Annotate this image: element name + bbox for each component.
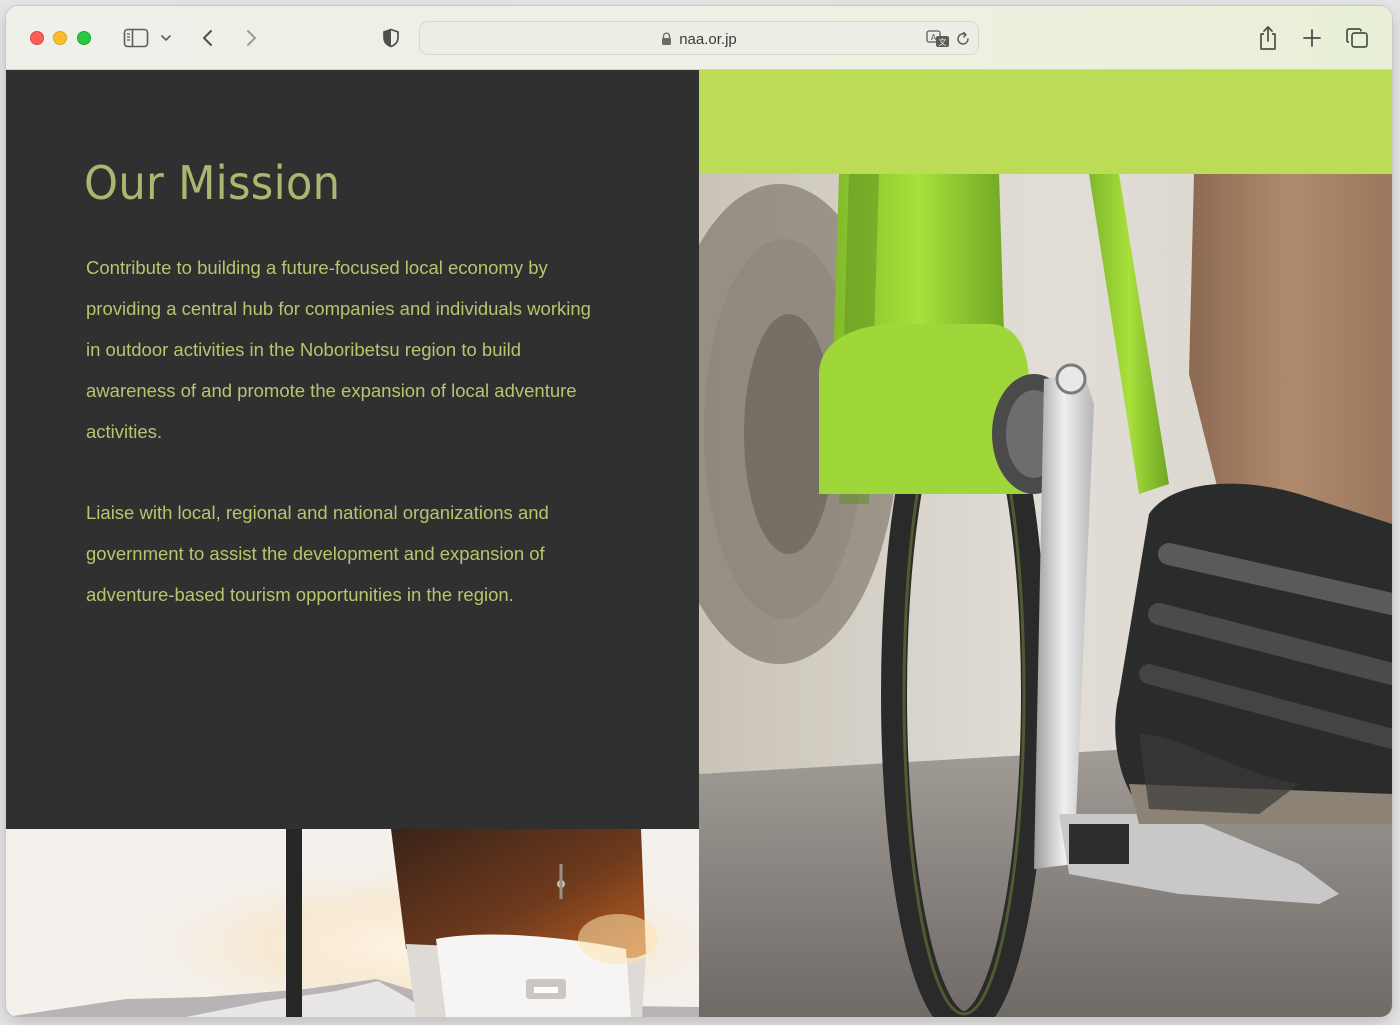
url-text: naa.or.jp — [679, 30, 737, 48]
cyclist-photo — [699, 174, 1392, 1017]
share-button[interactable] — [1255, 23, 1281, 53]
plus-icon — [1303, 29, 1321, 47]
lock-icon — [662, 31, 672, 45]
hiker-photo-image — [6, 829, 699, 1017]
tab-group-menu-button[interactable] — [159, 30, 173, 46]
share-icon — [1260, 26, 1276, 50]
shield-icon — [383, 28, 399, 48]
mission-section: Our Mission Contribute to building a fut… — [6, 70, 699, 829]
svg-text:A: A — [931, 33, 937, 42]
svg-text:文: 文 — [939, 37, 947, 47]
close-window-button[interactable] — [30, 31, 44, 45]
minimize-window-button[interactable] — [53, 31, 67, 45]
tab-overview-button[interactable] — [1343, 25, 1371, 51]
sidebar-icon — [123, 28, 149, 48]
privacy-report-button[interactable] — [379, 25, 403, 51]
back-button[interactable] — [196, 25, 220, 51]
address-bar[interactable]: naa.or.jp A 文 — [419, 21, 979, 55]
hiker-photo — [6, 829, 699, 1017]
mission-heading: Our Mission — [84, 156, 341, 210]
forward-button[interactable] — [239, 25, 263, 51]
mission-paragraph-1: Contribute to building a future-focused … — [86, 257, 591, 442]
zoom-window-button[interactable] — [77, 31, 91, 45]
page-content: Our Mission Contribute to building a fut… — [6, 70, 1392, 1017]
reload-icon — [957, 31, 969, 45]
sidebar-toggle-button[interactable] — [122, 26, 150, 50]
new-tab-button[interactable] — [1299, 25, 1325, 51]
tab-overview-icon — [1346, 28, 1368, 48]
translate-button[interactable]: A 文 — [926, 29, 950, 49]
accent-green-bar — [699, 70, 1392, 174]
reload-button[interactable] — [954, 30, 972, 48]
chevron-down-icon — [161, 35, 171, 42]
chevron-left-icon — [203, 30, 212, 46]
cyclist-photo-image — [699, 174, 1392, 1017]
browser-window: naa.or.jp A 文 Our Mission Contribute to … — [6, 6, 1392, 1017]
mission-paragraph-2: Liaise with local, regional and national… — [86, 502, 549, 605]
translate-icon: A 文 — [926, 30, 949, 47]
browser-toolbar: naa.or.jp A 文 — [6, 6, 1392, 70]
url-display[interactable]: naa.or.jp — [420, 22, 978, 56]
chevron-right-icon — [247, 30, 256, 46]
